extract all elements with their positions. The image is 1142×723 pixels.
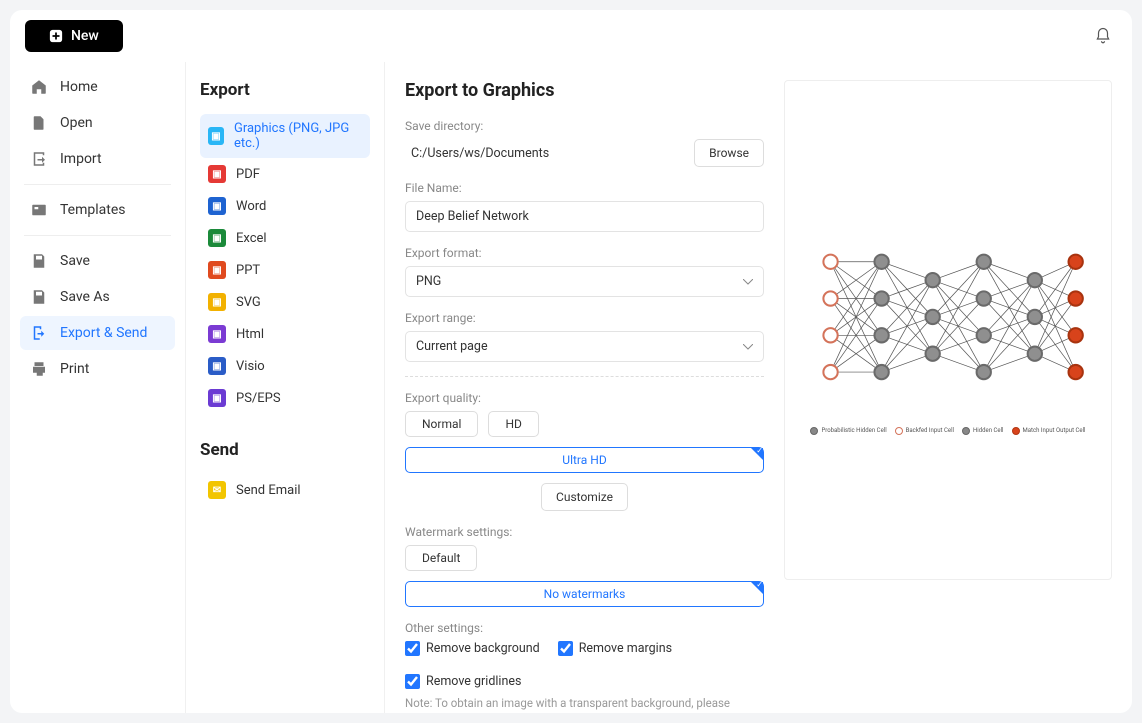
export-opt-word[interactable]: ▣ Word	[200, 190, 370, 222]
file-type-icon: ▣	[208, 325, 226, 343]
file-type-icon: ▣	[208, 229, 226, 247]
sidebar: Home Open Import Templates Save Save As …	[10, 62, 185, 713]
save-dir-value: C:/Users/ws/Documents	[405, 146, 549, 161]
file-type-icon: ▣	[208, 293, 226, 311]
file-name-label: File Name:	[405, 181, 764, 195]
network-diagram	[805, 225, 1091, 409]
export-opt-visio[interactable]: ▣ Visio	[200, 350, 370, 382]
quality-normal[interactable]: Normal	[405, 411, 478, 437]
preview-pane: Probabilistic Hidden Cell Backfed Input …	[784, 80, 1112, 580]
new-label: New	[71, 28, 99, 44]
range-select[interactable]: Current page	[405, 331, 764, 362]
templates-icon	[30, 201, 48, 219]
export-opt-svg[interactable]: ▣ SVG	[200, 286, 370, 318]
export-opt-pdf[interactable]: ▣ PDF	[200, 158, 370, 190]
export-opt-html[interactable]: ▣ Html	[200, 318, 370, 350]
export-opt-ppt[interactable]: ▣ PPT	[200, 254, 370, 286]
file-type-icon: ▣	[208, 357, 226, 375]
watermark-no-watermarks[interactable]: No watermarks	[405, 581, 764, 607]
quality-ultra-hd[interactable]: Ultra HD	[405, 447, 764, 473]
plus-icon	[49, 29, 63, 43]
file-type-icon: ▣	[208, 165, 226, 183]
sidebar-item-export-send[interactable]: Export & Send	[20, 316, 175, 350]
sidebar-item-open[interactable]: Open	[20, 106, 175, 140]
send-heading: Send	[200, 440, 370, 460]
chk-remove-bg[interactable]: Remove background	[405, 641, 540, 656]
export-heading: Export	[200, 80, 370, 100]
file-type-icon: ▣	[208, 389, 226, 407]
export-opt-excel[interactable]: ▣ Excel	[200, 222, 370, 254]
sidebar-item-home[interactable]: Home	[20, 70, 175, 104]
sidebar-item-print[interactable]: Print	[20, 352, 175, 386]
browse-button[interactable]: Browse	[694, 139, 764, 167]
file-type-icon: ▣	[208, 197, 226, 215]
chk-remove-gridlines[interactable]: Remove gridlines	[405, 674, 521, 689]
new-button[interactable]: New	[25, 20, 123, 52]
watermark-default[interactable]: Default	[405, 545, 477, 571]
export-panel: Export ▣ Graphics (PNG, JPG etc.) ▣ PDF …	[185, 62, 385, 713]
export-opt-graphics[interactable]: ▣ Graphics (PNG, JPG etc.)	[200, 114, 370, 158]
print-icon	[30, 360, 48, 378]
file-name-input[interactable]	[405, 201, 764, 232]
import-icon	[30, 150, 48, 168]
saveas-icon	[30, 288, 48, 306]
sidebar-item-import[interactable]: Import	[20, 142, 175, 176]
range-label: Export range:	[405, 311, 764, 325]
note-text: Note: To obtain an image with a transpar…	[405, 695, 764, 713]
divider	[405, 376, 764, 377]
other-label: Other settings:	[405, 621, 764, 635]
watermark-label: Watermark settings:	[405, 525, 764, 539]
file-icon	[30, 114, 48, 132]
chk-remove-margins[interactable]: Remove margins	[558, 641, 672, 656]
quality-hd[interactable]: HD	[488, 411, 538, 437]
form-title: Export to Graphics	[405, 80, 764, 101]
save-icon	[30, 252, 48, 270]
mail-icon: ✉	[208, 481, 226, 499]
send-email-option[interactable]: ✉ Send Email	[200, 474, 370, 506]
customize-button[interactable]: Customize	[541, 483, 628, 511]
file-type-icon: ▣	[208, 127, 224, 145]
home-icon	[30, 78, 48, 96]
export-icon	[30, 324, 48, 342]
format-select[interactable]: PNG	[405, 266, 764, 297]
export-form: Export to Graphics Save directory: C:/Us…	[405, 80, 764, 695]
bell-icon[interactable]	[1094, 27, 1112, 45]
export-opt-ps/eps[interactable]: ▣ PS/EPS	[200, 382, 370, 414]
sidebar-item-save-as[interactable]: Save As	[20, 280, 175, 314]
file-type-icon: ▣	[208, 261, 226, 279]
sidebar-item-templates[interactable]: Templates	[20, 193, 175, 227]
sidebar-item-save[interactable]: Save	[20, 244, 175, 278]
save-dir-label: Save directory:	[405, 119, 764, 133]
quality-label: Export quality:	[405, 391, 764, 405]
format-label: Export format:	[405, 246, 764, 260]
